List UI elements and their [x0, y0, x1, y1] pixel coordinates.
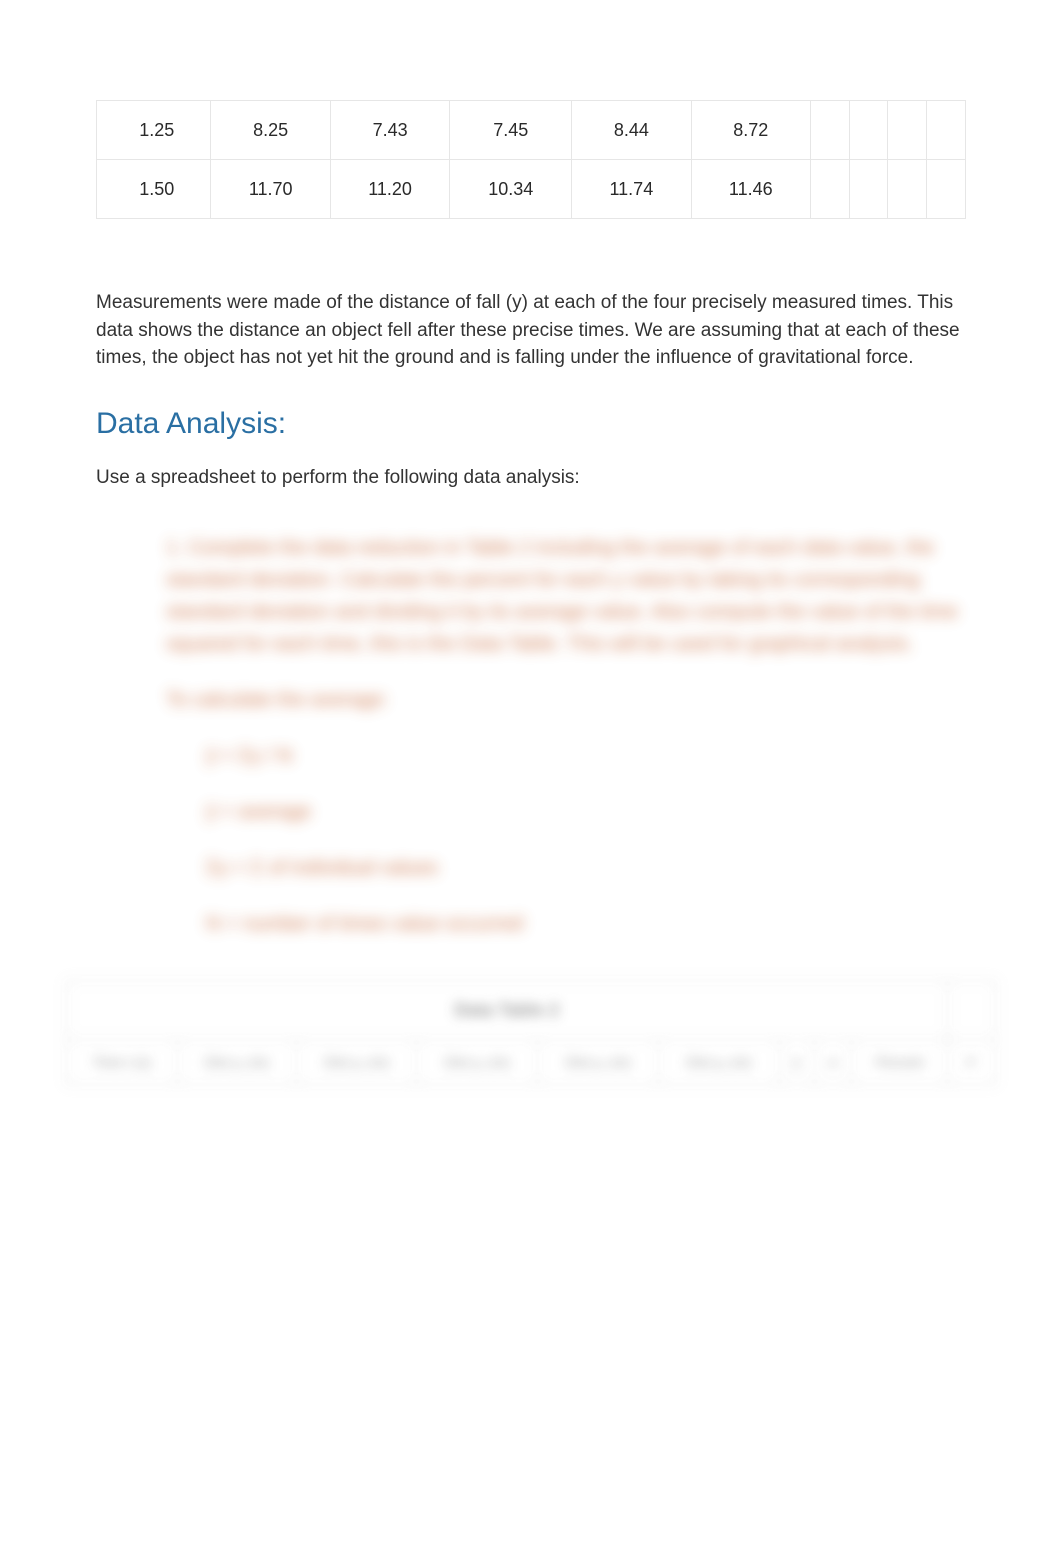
blurred-text: To calculate the average:: [166, 684, 966, 716]
empty-cell: [810, 160, 849, 219]
cell: 11.20: [330, 160, 449, 219]
cell: 8.44: [572, 101, 691, 160]
blurred-text: ȳ = average: [206, 796, 966, 828]
col-header: Dist y₂ (m): [296, 1039, 416, 1084]
col-header: ȳ: [779, 1039, 814, 1084]
cell: 8.25: [211, 101, 330, 160]
blurred-formula: ȳ = Σy / N: [206, 740, 966, 772]
measurement-table: 1.25 8.25 7.43 7.45 8.44 8.72 1.50 11.70…: [96, 100, 966, 219]
table-row: 1.50 11.70 11.20 10.34 11.74 11.46: [97, 160, 966, 219]
empty-cell: [849, 101, 888, 160]
blurred-preview: 1. Complete the data reduction in Table …: [96, 532, 966, 940]
intro-paragraph: Measurements were made of the distance o…: [96, 289, 966, 372]
cell: 11.46: [691, 160, 810, 219]
cell: 11.70: [211, 160, 330, 219]
col-header: Dist y₁ (m): [177, 1039, 296, 1084]
empty-cell: [927, 101, 966, 160]
col-header: σ: [814, 1039, 852, 1084]
col-header: Percent: [852, 1039, 947, 1084]
blurred-text: Σy = Σ of individual values: [206, 852, 966, 884]
blurred-text: N = number of times value occurred: [206, 908, 966, 940]
row-label: 1.50: [97, 160, 211, 219]
table-title: Data Table 2: [67, 980, 948, 1039]
blurred-table-preview: Data Table 2 Time t (s) Dist y₁ (m) Dist…: [66, 980, 996, 1085]
section-heading: Data Analysis:: [96, 402, 966, 446]
col-header: Dist y₅ (m): [658, 1039, 779, 1084]
empty-cell: [888, 160, 927, 219]
empty-cell: [888, 101, 927, 160]
empty-cell: [947, 980, 995, 1039]
col-header: Dist y₄ (m): [538, 1039, 659, 1084]
empty-cell: [849, 160, 888, 219]
analysis-instruction: Use a spreadsheet to perform the followi…: [96, 464, 966, 492]
blurred-text: 1. Complete the data reduction in Table …: [166, 532, 966, 660]
cell: 11.74: [572, 160, 691, 219]
table-header-row: Time t (s) Dist y₁ (m) Dist y₂ (m) Dist …: [67, 1039, 996, 1084]
col-header: Time t (s): [67, 1039, 178, 1084]
cell: 7.43: [330, 101, 449, 160]
col-header: t²: [947, 1039, 995, 1084]
row-label: 1.25: [97, 101, 211, 160]
cell: 10.34: [450, 160, 572, 219]
table-row: 1.25 8.25 7.43 7.45 8.44 8.72: [97, 101, 966, 160]
empty-cell: [927, 160, 966, 219]
col-header: Dist y₃ (m): [417, 1039, 538, 1084]
data-table-2: Data Table 2 Time t (s) Dist y₁ (m) Dist…: [66, 980, 996, 1085]
cell: 7.45: [450, 101, 572, 160]
cell: 8.72: [691, 101, 810, 160]
empty-cell: [810, 101, 849, 160]
